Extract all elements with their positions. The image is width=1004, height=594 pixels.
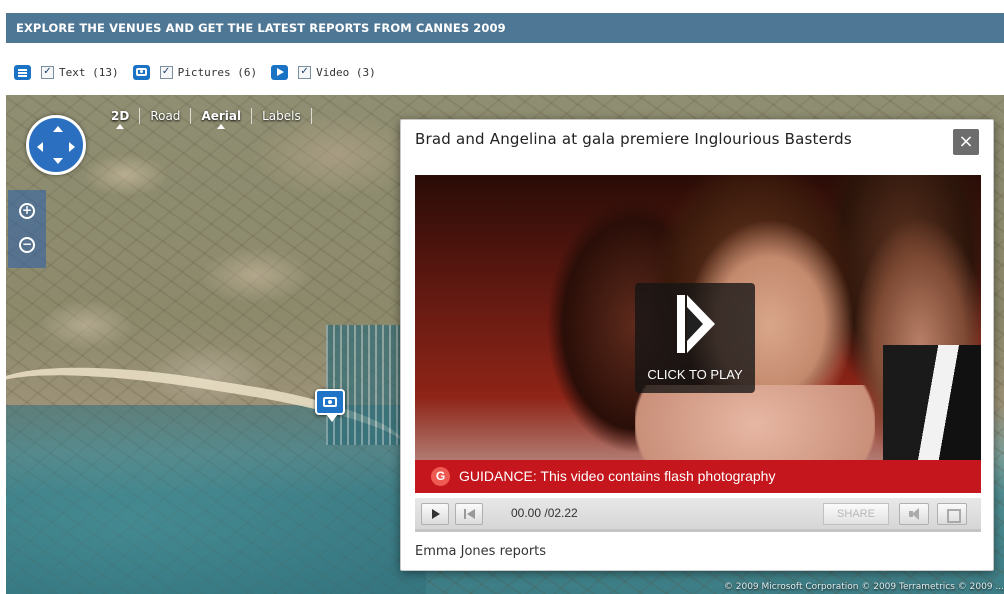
video-popup: Brad and Angelina at gala premiere Inglo… <box>400 119 994 571</box>
play-logo-icon <box>677 295 685 353</box>
map-harbor <box>326 325 406 445</box>
text-filter-checkbox[interactable]: ✓ <box>41 65 54 79</box>
guidance-banner: G GUIDANCE: This video contains flash ph… <box>415 460 981 493</box>
close-button[interactable]: × <box>953 129 979 155</box>
banner-title: EXPLORE THE VENUES AND GET THE LATEST RE… <box>16 21 506 35</box>
zoom-panel: + − <box>8 190 46 268</box>
rewind-button[interactable] <box>455 503 483 525</box>
volume-button[interactable] <box>899 503 929 525</box>
play-button[interactable] <box>421 503 449 525</box>
text-filter-label[interactable]: Text (13) <box>59 66 119 79</box>
video-icon <box>271 64 289 80</box>
zoom-out-icon[interactable]: − <box>19 237 35 253</box>
camera-icon <box>323 397 337 407</box>
pictures-map-pin[interactable] <box>315 389 345 422</box>
map-view-2d[interactable]: 2D <box>101 109 139 129</box>
guidance-badge: G <box>431 467 450 486</box>
popup-title: Brad and Angelina at gala premiere Inglo… <box>415 130 852 148</box>
time-display: 00.00 /02.22 <box>511 506 578 520</box>
share-button[interactable]: SHARE <box>823 503 889 525</box>
zoom-in-icon[interactable]: + <box>19 203 35 219</box>
camera-icon <box>132 64 150 80</box>
page-banner: EXPLORE THE VENUES AND GET THE LATEST RE… <box>6 13 1004 43</box>
pan-right-icon[interactable] <box>69 142 75 152</box>
pan-up-icon[interactable] <box>53 126 63 132</box>
video-filter-label[interactable]: Video (3) <box>316 66 376 79</box>
pan-down-icon[interactable] <box>53 158 63 164</box>
map-copyright: © 2009 Microsoft Corporation © 2009 Terr… <box>723 582 1004 592</box>
pictures-filter-checkbox[interactable]: ✓ <box>159 65 173 79</box>
pan-control[interactable] <box>26 115 86 175</box>
toolbar-divider <box>310 108 312 124</box>
text-icon <box>14 64 31 80</box>
play-icon-inner <box>687 307 703 341</box>
video-filter-checkbox[interactable]: ✓ <box>298 65 312 79</box>
map-view-aerial[interactable]: Aerial <box>191 109 251 129</box>
fullscreen-button[interactable] <box>937 503 967 525</box>
video-caption: Emma Jones reports <box>415 544 547 559</box>
map-view-road[interactable]: Road <box>140 109 190 123</box>
pan-left-icon[interactable] <box>37 142 43 152</box>
guidance-text: GUIDANCE: This video contains flash phot… <box>459 468 776 484</box>
click-to-play-button[interactable]: CLICK TO PLAY <box>635 283 755 393</box>
pictures-filter-label[interactable]: Pictures (6) <box>178 66 257 79</box>
video-controls: 00.00 /02.22 SHARE <box>415 498 981 532</box>
map-view-labels[interactable]: Labels <box>252 109 311 123</box>
click-to-play-label: CLICK TO PLAY <box>647 367 743 382</box>
map-view-toolbar: 2D Road Aerial Labels <box>101 105 312 129</box>
video-player-frame[interactable]: CLICK TO PLAY G GUIDANCE: This video con… <box>415 175 981 493</box>
content-filter-bar: ✓ Text (13) ✓ Pictures (6) ✓ Video (3) <box>14 60 390 84</box>
